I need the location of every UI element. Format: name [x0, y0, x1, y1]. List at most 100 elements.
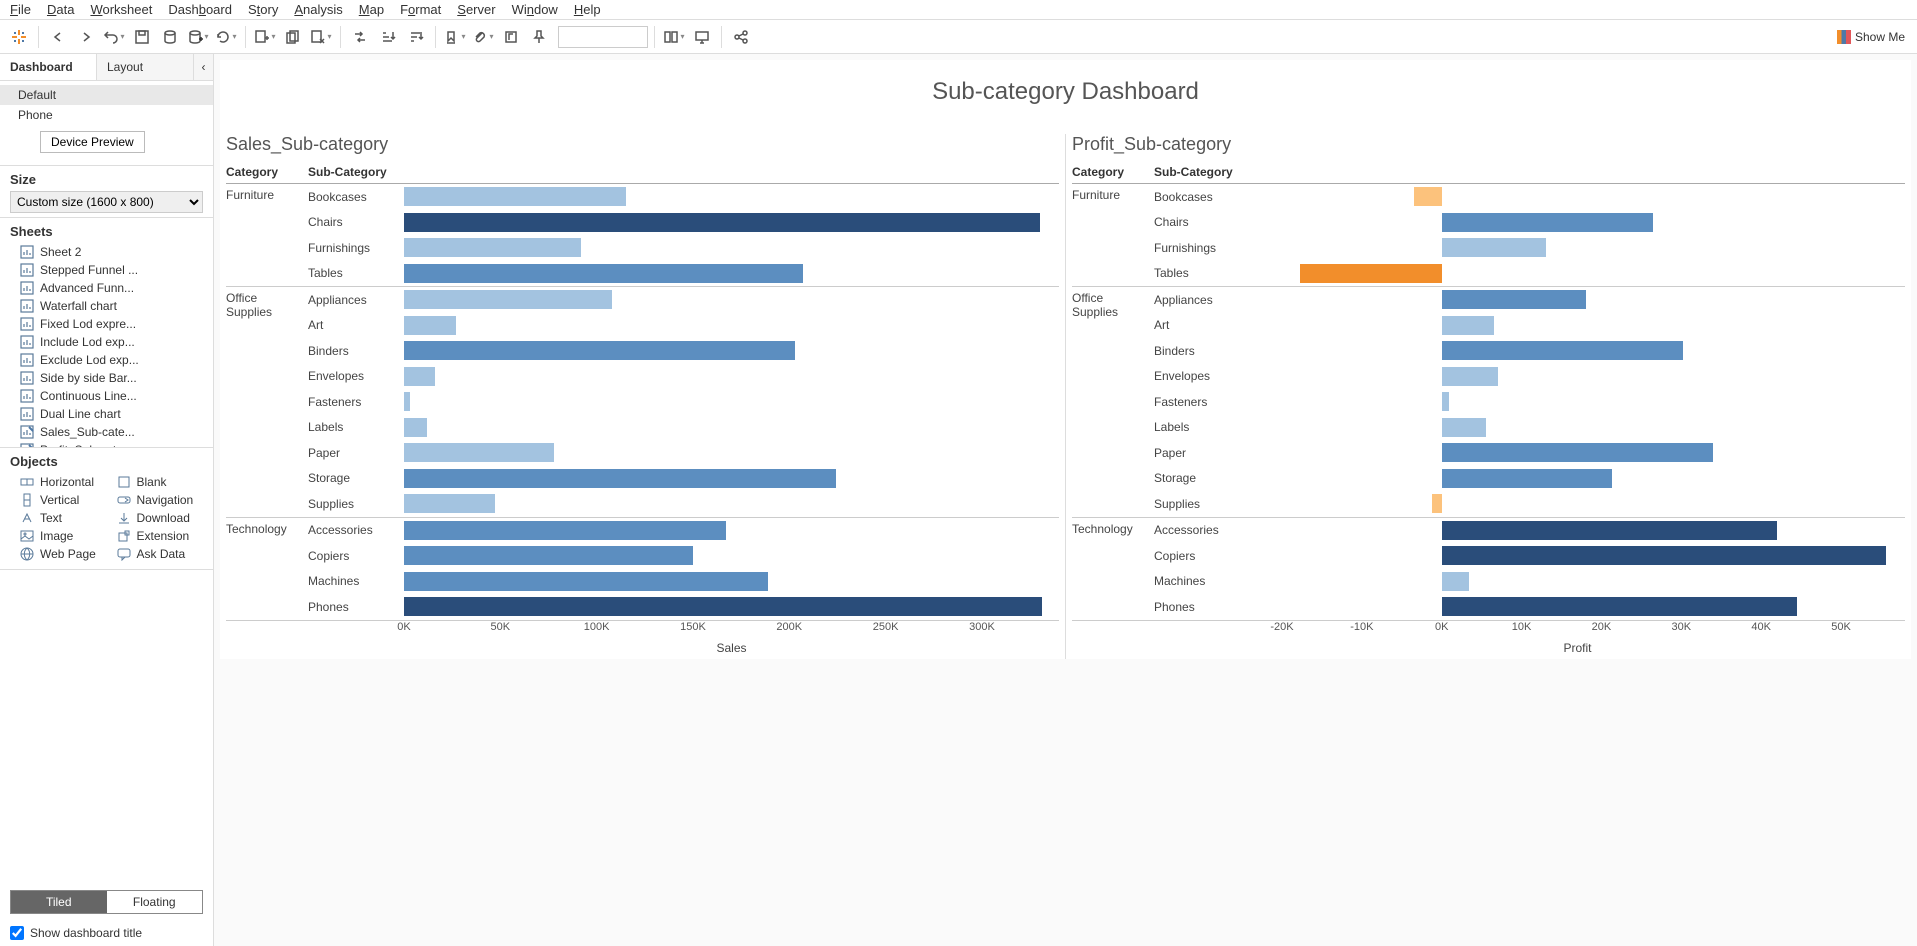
object-vertical[interactable]: Vertical [10, 491, 107, 509]
object-navigation[interactable]: Navigation [107, 491, 204, 509]
chart-row[interactable]: Bookcases [308, 184, 1059, 210]
chart-row[interactable]: Chairs [1154, 210, 1905, 236]
menu-server[interactable]: Server [457, 2, 495, 17]
label-icon[interactable] [498, 24, 524, 50]
clear-icon[interactable] [308, 24, 334, 50]
object-text[interactable]: Text [10, 509, 107, 527]
chart-row[interactable]: Phones [1154, 594, 1905, 620]
chart-row[interactable]: Accessories [1154, 518, 1905, 544]
chart-row[interactable]: Labels [1154, 415, 1905, 441]
chart-row[interactable]: Fasteners [308, 389, 1059, 415]
revert-icon[interactable] [101, 24, 127, 50]
highlight-icon[interactable] [442, 24, 468, 50]
object-image[interactable]: Image [10, 527, 107, 545]
menu-file[interactable]: File [10, 2, 31, 17]
size-select[interactable]: Custom size (1600 x 800) [10, 191, 203, 213]
tab-layout[interactable]: Layout [96, 54, 193, 80]
chart-row[interactable]: Tables [1154, 261, 1905, 287]
menu-data[interactable]: Data [47, 2, 74, 17]
chart-row[interactable]: Fasteners [1154, 389, 1905, 415]
sheet-item[interactable]: Exclude Lod exp... [10, 351, 203, 369]
sheet-item[interactable]: Side by side Bar... [10, 369, 203, 387]
chart-row[interactable]: Tables [308, 261, 1059, 287]
sheet-item[interactable]: Include Lod exp... [10, 333, 203, 351]
device-phone[interactable]: Phone [0, 105, 213, 125]
chart-row[interactable]: Paper [1154, 440, 1905, 466]
chart-row[interactable]: Binders [1154, 338, 1905, 364]
share-icon[interactable] [728, 24, 754, 50]
fit-icon[interactable] [661, 24, 687, 50]
chart-row[interactable]: Appliances [1154, 287, 1905, 313]
chart-row[interactable]: Machines [308, 569, 1059, 595]
swap-icon[interactable] [347, 24, 373, 50]
object-download[interactable]: Download [107, 509, 204, 527]
new-sheet-icon[interactable] [252, 24, 278, 50]
chart-row[interactable]: Accessories [308, 518, 1059, 544]
attach-icon[interactable] [470, 24, 496, 50]
menu-map[interactable]: Map [359, 2, 384, 17]
chart-row[interactable]: Labels [308, 415, 1059, 441]
chart-row[interactable]: Furnishings [308, 235, 1059, 261]
chart-row[interactable]: Paper [308, 440, 1059, 466]
show-title-input[interactable] [10, 926, 24, 940]
chart-row[interactable]: Supplies [308, 491, 1059, 517]
chart-row[interactable]: Chairs [308, 210, 1059, 236]
pin-icon[interactable] [526, 24, 552, 50]
sheet-item[interactable]: Stepped Funnel ... [10, 261, 203, 279]
menu-analysis[interactable]: Analysis [294, 2, 342, 17]
sheet-item[interactable]: Profit_Sub-cate... [10, 441, 203, 448]
sheet-item[interactable]: Waterfall chart [10, 297, 203, 315]
sort-desc-icon[interactable] [403, 24, 429, 50]
sheet-item[interactable]: Continuous Line... [10, 387, 203, 405]
chart-row[interactable]: Envelopes [308, 364, 1059, 390]
sheet-item[interactable]: Sales_Sub-cate... [10, 423, 203, 441]
chart-row[interactable]: Bookcases [1154, 184, 1905, 210]
show-title-checkbox[interactable]: Show dashboard title [0, 920, 213, 946]
tiled-button[interactable]: Tiled [11, 891, 107, 913]
refresh-icon[interactable] [213, 24, 239, 50]
collapse-sidebar-icon[interactable]: ‹ [193, 54, 213, 80]
show-me-button[interactable]: Show Me [1831, 28, 1911, 46]
logo-icon[interactable] [6, 24, 32, 50]
present-icon[interactable] [689, 24, 715, 50]
chart-row[interactable]: Storage [308, 466, 1059, 492]
chart-row[interactable]: Copiers [1154, 543, 1905, 569]
chart-row[interactable]: Art [1154, 313, 1905, 339]
undo-icon[interactable] [45, 24, 71, 50]
menu-window[interactable]: Window [512, 2, 558, 17]
chart-row[interactable]: Envelopes [1154, 364, 1905, 390]
duplicate-icon[interactable] [280, 24, 306, 50]
save-icon[interactable] [129, 24, 155, 50]
new-datasource-icon[interactable] [157, 24, 183, 50]
chart-row[interactable]: Furnishings [1154, 235, 1905, 261]
sort-asc-icon[interactable] [375, 24, 401, 50]
sheet-item[interactable]: Fixed Lod expre... [10, 315, 203, 333]
sheet-item[interactable]: Dual Line chart [10, 405, 203, 423]
chart-row[interactable]: Art [308, 313, 1059, 339]
sheet-item[interactable]: Advanced Funn... [10, 279, 203, 297]
object-extension[interactable]: Extension [107, 527, 204, 545]
device-default[interactable]: Default [0, 85, 213, 105]
menu-worksheet[interactable]: Worksheet [90, 2, 152, 17]
pause-icon[interactable] [185, 24, 211, 50]
object-blank[interactable]: Blank [107, 473, 204, 491]
chart-row[interactable]: Storage [1154, 466, 1905, 492]
tab-dashboard[interactable]: Dashboard [0, 54, 96, 80]
menu-dashboard[interactable]: Dashboard [168, 2, 232, 17]
object-ask-data[interactable]: Ask Data [107, 545, 204, 563]
chart-row[interactable]: Copiers [308, 543, 1059, 569]
menu-format[interactable]: Format [400, 2, 441, 17]
sheet-item[interactable]: Sheet 2 [10, 243, 203, 261]
object-web-page[interactable]: Web Page [10, 545, 107, 563]
redo-icon[interactable] [73, 24, 99, 50]
object-horizontal[interactable]: Horizontal [10, 473, 107, 491]
search-input[interactable] [558, 26, 648, 48]
chart-row[interactable]: Supplies [1154, 491, 1905, 517]
chart-row[interactable]: Appliances [308, 287, 1059, 313]
menu-help[interactable]: Help [574, 2, 601, 17]
chart-row[interactable]: Machines [1154, 569, 1905, 595]
menu-story[interactable]: Story [248, 2, 278, 17]
device-preview-button[interactable]: Device Preview [40, 131, 145, 153]
chart-row[interactable]: Phones [308, 594, 1059, 620]
floating-button[interactable]: Floating [107, 891, 203, 913]
